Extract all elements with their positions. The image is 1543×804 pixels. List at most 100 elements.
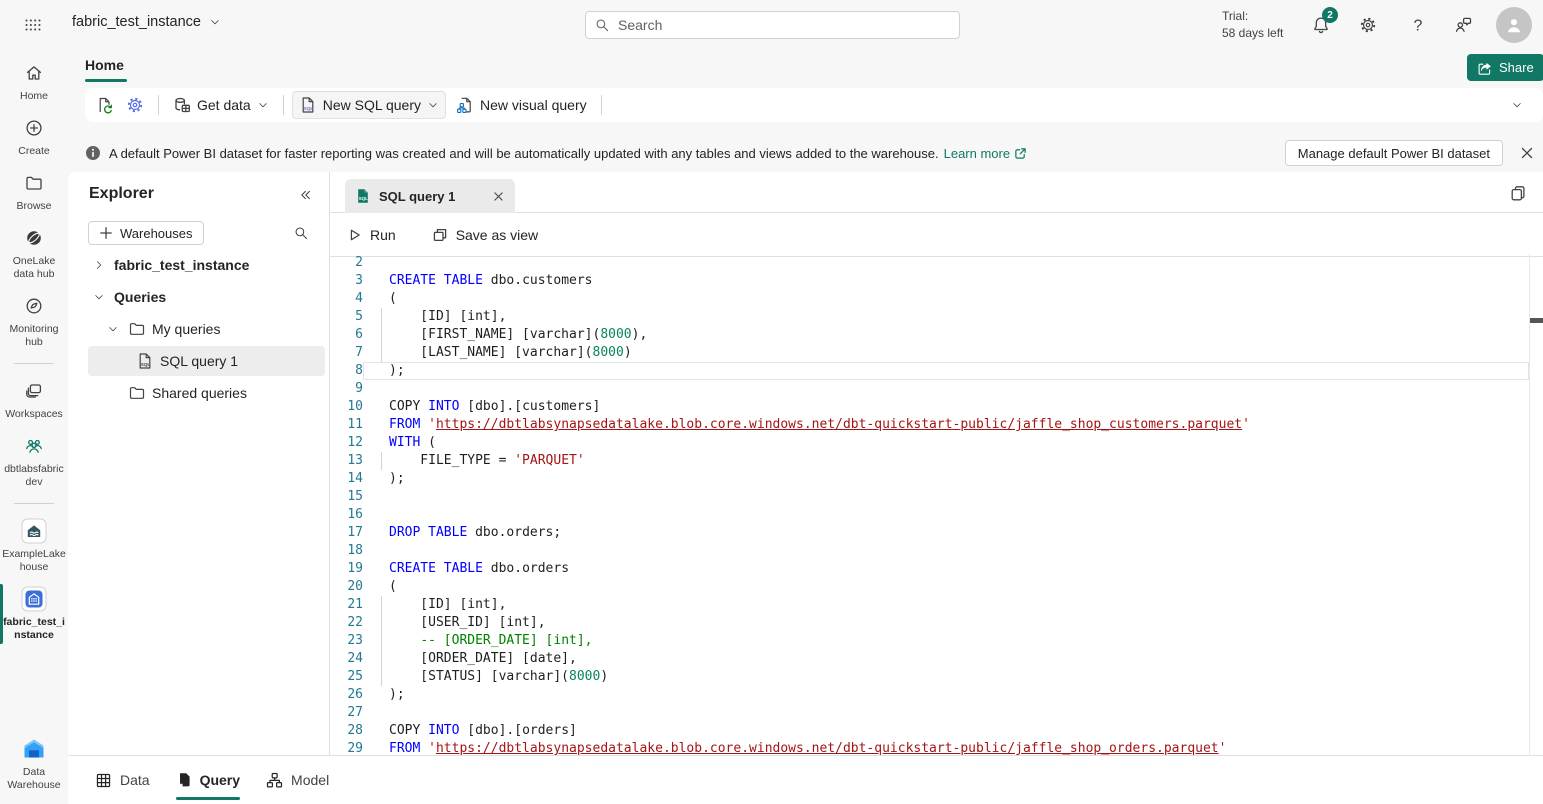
rail-item-label: fabric_test_instance — [2, 616, 66, 642]
new-visual-query-button[interactable]: New visual query — [450, 92, 593, 118]
explorer-tree: fabric_test_instance Queries My queries SQL… — [68, 250, 329, 410]
code-line-23[interactable]: 23 -- [ORDER_DATE] [int], — [330, 632, 1543, 650]
add-warehouses-button[interactable]: Warehouses — [88, 221, 204, 245]
tree-item-shared-queries[interactable]: Shared queries — [88, 378, 325, 408]
code-line-8[interactable]: 8); — [330, 362, 1543, 380]
workspace-switcher[interactable]: fabric_test_instance — [72, 14, 221, 30]
help-icon[interactable]: ? — [1408, 15, 1428, 35]
code-line-5[interactable]: 5 [ID] [int], — [330, 308, 1543, 326]
avatar[interactable] — [1496, 7, 1532, 43]
refresh-button[interactable] — [90, 92, 120, 118]
indent-guide — [381, 650, 382, 668]
share-button[interactable]: Share — [1467, 54, 1543, 81]
code-line-26[interactable]: 26); — [330, 686, 1543, 704]
person-icon — [1504, 15, 1524, 35]
workspace-name: fabric_test_instance — [72, 14, 201, 30]
line-number: 7 — [330, 344, 363, 362]
indent-guide — [381, 632, 382, 650]
code-line-15[interactable]: 15 — [330, 488, 1543, 506]
indent-guide — [381, 344, 382, 362]
search-input[interactable] — [618, 17, 951, 33]
notification-badge: 2 — [1322, 7, 1338, 23]
code-line-9[interactable]: 9 — [330, 380, 1543, 398]
refresh-icon — [96, 96, 114, 114]
collapse-panel-icon[interactable] — [297, 187, 313, 203]
view-tab-query[interactable]: Query — [176, 756, 240, 804]
code-line-21[interactable]: 21 [ID] [int], — [330, 596, 1543, 614]
manage-dataset-button[interactable]: Manage default Power BI dataset — [1285, 140, 1503, 166]
explorer-search-icon[interactable] — [293, 225, 309, 241]
line-number: 24 — [330, 650, 363, 668]
active-tab-underline — [85, 79, 127, 82]
code-line-text: CREATE TABLE dbo.orders — [363, 560, 1529, 578]
rail-item-workspaces[interactable]: Workspaces — [0, 378, 68, 421]
collapse-ribbon-icon[interactable] — [1509, 97, 1525, 113]
grid-table-icon — [95, 772, 112, 789]
code-line-22[interactable]: 22 [USER_ID] [int], — [330, 614, 1543, 632]
chevron-down-icon[interactable] — [90, 288, 108, 306]
view-tab-data[interactable]: Data — [95, 756, 150, 804]
chevron-down-icon[interactable] — [104, 320, 122, 338]
code-line-12[interactable]: 12WITH ( — [330, 434, 1543, 452]
code-line-24[interactable]: 24 [ORDER_DATE] [date], — [330, 650, 1543, 668]
code-line-29[interactable]: 29FROM 'https://dbtlabsynapsedatalake.bl… — [330, 740, 1543, 755]
code-line-20[interactable]: 20( — [330, 578, 1543, 596]
code-line-28[interactable]: 28COPY INTO [dbo].[orders] — [330, 722, 1543, 740]
code-line-27[interactable]: 27 — [330, 704, 1543, 722]
code-line-16[interactable]: 16 — [330, 506, 1543, 524]
tree-item-sql-query-1[interactable]: SQLSQL query 1 — [88, 346, 325, 376]
code-line-7[interactable]: 7 [LAST_NAME] [varchar](8000) — [330, 344, 1543, 362]
rail-item-label: Workspaces — [2, 408, 66, 421]
new-sql-query-button[interactable]: SQL New SQL query — [292, 91, 446, 119]
close-tab-icon[interactable] — [492, 190, 505, 203]
tree-item-label: Queries — [114, 289, 166, 305]
rail-item-create[interactable]: Create — [0, 115, 68, 158]
settings-button[interactable] — [120, 92, 150, 118]
ribbon-tab-home[interactable]: Home — [85, 57, 124, 73]
rail-item-browse[interactable]: Browse — [0, 170, 68, 213]
rail-item-examplelakehouse[interactable]: ExampleLakehouse — [0, 518, 68, 574]
rail-item-onelake-data-hub[interactable]: OneLake data hub — [0, 225, 68, 281]
rail-item-data-warehouse[interactable]: Data Warehouse — [0, 736, 68, 792]
code-line-14[interactable]: 14); — [330, 470, 1543, 488]
code-line-17[interactable]: 17DROP TABLE dbo.orders; — [330, 524, 1543, 542]
code-line-2[interactable]: 2 — [330, 254, 1543, 272]
app-launcher-icon[interactable] — [24, 16, 42, 34]
line-number: 29 — [330, 740, 363, 755]
code-line-11[interactable]: 11FROM 'https://dbtlabsynapsedatalake.bl… — [330, 416, 1543, 434]
tree-item-my-queries[interactable]: My queries — [88, 314, 325, 344]
learn-more-link[interactable]: Learn more — [944, 146, 1010, 161]
code-line-25[interactable]: 25 [STATUS] [varchar](8000) — [330, 668, 1543, 686]
code-editor[interactable]: 23CREATE TABLE dbo.customers4(5 [ID] [in… — [330, 254, 1543, 755]
code-line-13[interactable]: 13 FILE_TYPE = 'PARQUET' — [330, 452, 1543, 470]
editor-scrollbar[interactable] — [1529, 254, 1543, 755]
rail-item-home[interactable]: Home — [0, 60, 68, 103]
feedback-icon[interactable] — [1453, 15, 1473, 35]
banner-close-icon[interactable] — [1519, 145, 1535, 161]
rail-item-fabric-test-instance[interactable]: fabric_test_instance — [0, 586, 68, 642]
code-line-6[interactable]: 6 [FIRST_NAME] [varchar](8000), — [330, 326, 1543, 344]
rail-item-monitoring-hub[interactable]: Monitoring hub — [0, 293, 68, 349]
code-line-4[interactable]: 4( — [330, 290, 1543, 308]
save-as-view-button[interactable]: Save as view — [432, 227, 538, 243]
get-data-button[interactable]: Get data — [167, 92, 275, 118]
code-line-text: DROP TABLE dbo.orders; — [363, 524, 1529, 542]
code-line-19[interactable]: 19CREATE TABLE dbo.orders — [330, 560, 1543, 578]
global-search — [585, 11, 960, 39]
chevron-right-icon[interactable] — [90, 256, 108, 274]
code-line-10[interactable]: 10COPY INTO [dbo].[customers] — [330, 398, 1543, 416]
view-tab-label: Query — [200, 772, 240, 788]
query-tab[interactable]: SQL SQL query 1 — [345, 179, 515, 213]
code-line-3[interactable]: 3CREATE TABLE dbo.customers — [330, 272, 1543, 290]
code-line-18[interactable]: 18 — [330, 542, 1543, 560]
line-number: 26 — [330, 686, 363, 704]
copy-icon[interactable] — [1509, 184, 1527, 202]
view-tab-model[interactable]: Model — [266, 756, 329, 804]
settings-icon[interactable] — [1358, 15, 1378, 35]
code-line-text: [ORDER_DATE] [date], — [363, 650, 1529, 668]
run-button[interactable]: Run — [348, 227, 396, 243]
tree-item-label: My queries — [152, 321, 220, 337]
tree-item-queries[interactable]: Queries — [88, 282, 325, 312]
tree-item-fabric-test-instance[interactable]: fabric_test_instance — [88, 250, 325, 280]
rail-item-dbtlabsfabricdev[interactable]: dbtlabsfabricdev — [0, 433, 68, 489]
